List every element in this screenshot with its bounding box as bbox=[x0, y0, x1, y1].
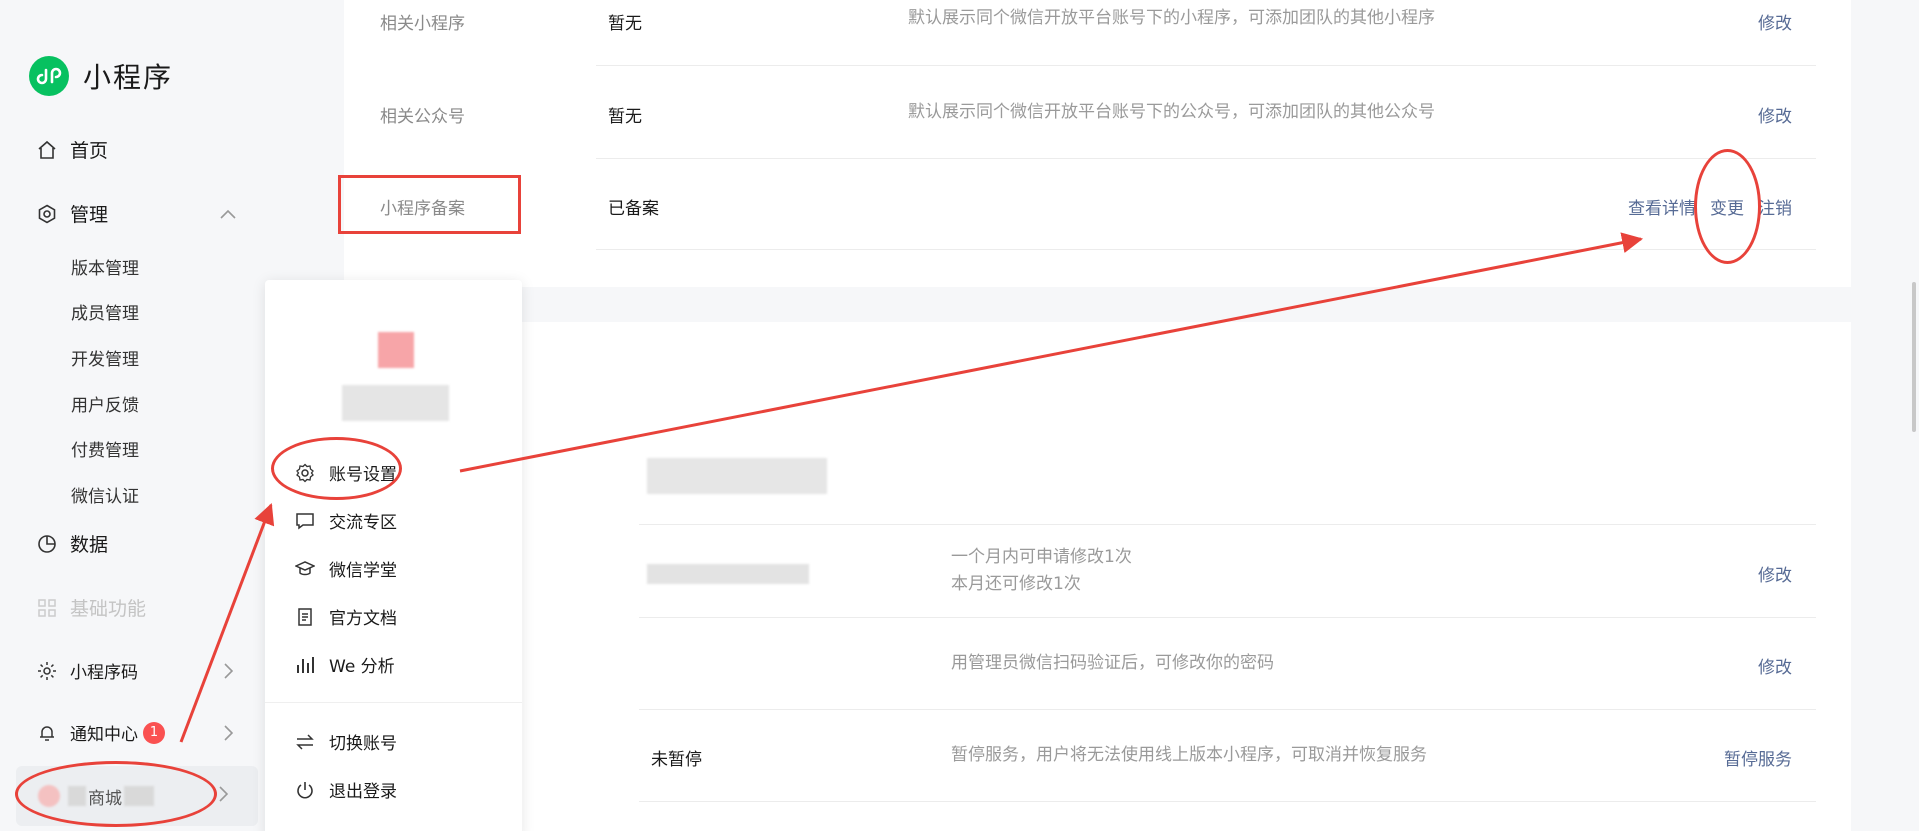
password-desc: 用管理员微信扫码验证后，可修改你的密码 bbox=[951, 653, 1274, 673]
chevron-right-icon[interactable] bbox=[218, 723, 238, 743]
chevron-right-icon[interactable] bbox=[218, 661, 238, 681]
annotation-account-ellipse bbox=[15, 761, 217, 827]
nav-data[interactable]: 数据 bbox=[36, 530, 108, 557]
miniprogram-logo-icon bbox=[29, 56, 69, 96]
menu-divider bbox=[265, 702, 522, 703]
document-icon bbox=[295, 607, 315, 627]
nav-qrcode-label: 小程序码 bbox=[70, 663, 138, 683]
related-official-account-label: 相关公众号 bbox=[380, 107, 465, 127]
menu-logout-label: 退出登录 bbox=[329, 782, 397, 802]
edit-related-miniprogram-link[interactable]: 修改 bbox=[1758, 9, 1792, 34]
nav-manage-label: 管理 bbox=[70, 204, 109, 226]
nav-wechat-verify[interactable]: 微信认证 bbox=[71, 482, 139, 507]
row-divider bbox=[639, 801, 1816, 802]
name-change-rule-line1: 一个月内可申请修改1次 bbox=[951, 547, 1132, 567]
menu-wechat-academy[interactable]: 微信学堂 bbox=[295, 556, 397, 581]
pause-service-link[interactable]: 暂停服务 bbox=[1724, 745, 1792, 770]
pie-chart-icon bbox=[36, 533, 58, 555]
account-dropdown-menu: 账号设置 交流专区 微信学堂 官方文档 We 分析 切换账号 退出登录 bbox=[265, 280, 522, 831]
menu-logout[interactable]: 退出登录 bbox=[295, 777, 397, 802]
menu-switch-account[interactable]: 切换账号 bbox=[295, 729, 397, 754]
row-divider bbox=[596, 158, 1816, 159]
settings-card bbox=[344, 0, 1851, 287]
home-icon bbox=[36, 139, 58, 161]
nav-data-label: 数据 bbox=[70, 534, 109, 556]
power-icon bbox=[295, 780, 315, 800]
chevron-up-icon[interactable] bbox=[218, 204, 238, 224]
row-divider bbox=[596, 65, 1816, 66]
menu-official-docs-label: 官方文档 bbox=[329, 609, 397, 629]
sun-qrcode-icon bbox=[36, 660, 58, 682]
related-miniprogram-label: 相关小程序 bbox=[380, 14, 465, 34]
nav-user-feedback[interactable]: 用户反馈 bbox=[71, 391, 139, 416]
service-status-value: 未暂停 bbox=[651, 750, 702, 770]
bell-icon bbox=[36, 722, 58, 744]
filing-status-value: 已备案 bbox=[608, 199, 659, 219]
nav-home[interactable]: 首页 bbox=[36, 136, 108, 163]
row-divider bbox=[596, 249, 1816, 250]
annotation-filing-box bbox=[338, 175, 521, 234]
menu-we-analytics[interactable]: We 分析 bbox=[295, 652, 395, 677]
annotation-account-settings-ellipse bbox=[271, 437, 402, 500]
masked-account-name bbox=[342, 385, 449, 421]
pause-service-desc: 暂停服务，用户将无法使用线上版本小程序，可取消并恢复服务 bbox=[951, 745, 1427, 765]
edit-password-link[interactable]: 修改 bbox=[1758, 653, 1792, 678]
nav-home-label: 首页 bbox=[70, 140, 109, 162]
menu-community-label: 交流专区 bbox=[329, 513, 397, 533]
related-miniprogram-value: 暂无 bbox=[608, 14, 642, 34]
app-title: 小程序 bbox=[83, 61, 174, 94]
menu-we-analytics-label: We 分析 bbox=[329, 657, 395, 677]
nav-member-manage[interactable]: 成员管理 bbox=[71, 299, 139, 324]
view-filing-details-link[interactable]: 查看详情 bbox=[1628, 194, 1696, 219]
graduation-cap-icon bbox=[295, 559, 315, 579]
nav-basic-features[interactable]: 基础功能 bbox=[36, 594, 146, 621]
nav-notice-label: 通知中心 bbox=[70, 725, 138, 745]
menu-wechat-academy-label: 微信学堂 bbox=[329, 561, 397, 581]
masked-value bbox=[647, 564, 809, 584]
hexagon-settings-icon bbox=[36, 203, 58, 225]
cancel-filing-link[interactable]: 注销 bbox=[1758, 194, 1792, 219]
edit-name-link[interactable]: 修改 bbox=[1758, 561, 1792, 586]
edit-related-official-account-link[interactable]: 修改 bbox=[1758, 102, 1792, 127]
bar-chart-icon bbox=[295, 655, 315, 675]
chevron-right-icon[interactable] bbox=[218, 786, 229, 806]
row-divider bbox=[639, 617, 1816, 618]
nav-version-manage[interactable]: 版本管理 bbox=[71, 254, 139, 279]
app-logo: 小程序 bbox=[29, 56, 173, 96]
masked-heading bbox=[647, 458, 827, 494]
name-change-rule-line2: 本月还可修改1次 bbox=[951, 574, 1081, 594]
menu-official-docs[interactable]: 官方文档 bbox=[295, 604, 397, 629]
notice-badge: 1 bbox=[143, 721, 165, 744]
menu-community[interactable]: 交流专区 bbox=[295, 508, 397, 533]
annotation-change-ellipse bbox=[1694, 149, 1761, 264]
nav-payment-manage[interactable]: 付费管理 bbox=[71, 436, 139, 461]
account-avatar bbox=[378, 332, 414, 368]
page-scrollbar[interactable] bbox=[1912, 282, 1916, 432]
related-official-account-desc: 默认展示同个微信开放平台账号下的公众号，可添加团队的其他公众号 bbox=[908, 102, 1435, 122]
menu-switch-account-label: 切换账号 bbox=[329, 734, 397, 754]
switch-arrows-icon bbox=[295, 732, 315, 752]
nav-basic-label: 基础功能 bbox=[70, 598, 147, 620]
nav-notice-center[interactable]: 通知中心 1 bbox=[36, 720, 165, 745]
nav-qrcode[interactable]: 小程序码 bbox=[36, 658, 138, 683]
related-miniprogram-desc: 默认展示同个微信开放平台账号下的小程序，可添加团队的其他小程序 bbox=[908, 8, 1435, 28]
grid-icon bbox=[36, 597, 58, 619]
chat-bubble-icon bbox=[295, 511, 315, 531]
nav-manage[interactable]: 管理 bbox=[36, 200, 108, 227]
nav-dev-manage[interactable]: 开发管理 bbox=[71, 345, 139, 370]
row-divider bbox=[639, 709, 1816, 710]
related-official-account-value: 暂无 bbox=[608, 107, 642, 127]
row-divider bbox=[639, 524, 1816, 525]
